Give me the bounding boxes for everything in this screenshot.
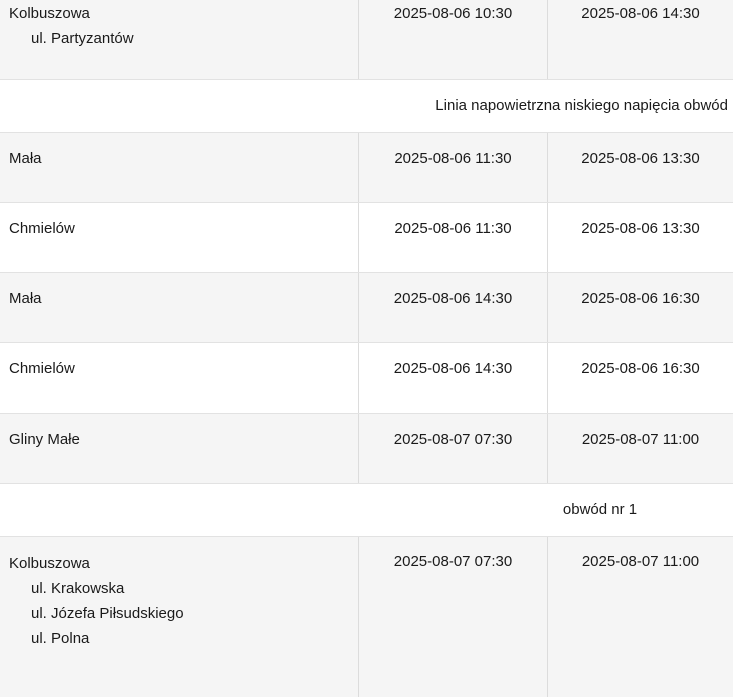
start-time: 2025-08-07 07:30: [393, 553, 513, 570]
table-row: Mała 2025-08-06 14:30 2025-08-06 16:30: [0, 273, 733, 343]
start-time-cell: 2025-08-06 11:30: [358, 203, 547, 272]
end-time-cell: 2025-08-06 16:30: [547, 343, 733, 413]
locality-name: Kolbuszowa: [9, 5, 90, 22]
end-time: 2025-08-06 13:30: [581, 150, 700, 167]
street-name: ul. Józefa Piłsudskiego: [31, 605, 184, 622]
section-header: obwód nr 1: [562, 501, 638, 518]
start-time-cell: 2025-08-06 14:30: [358, 343, 547, 413]
end-time-cell: 2025-08-06 14:30: [547, 0, 733, 79]
locality-name: Mała: [9, 290, 42, 307]
locality-cell: Kolbuszowa ul. Krakowska ul. Józefa Piłs…: [0, 537, 358, 697]
start-time: 2025-08-07 07:30: [393, 431, 513, 448]
street-name: ul. Partyzantów: [31, 30, 134, 47]
table-row: Chmielów 2025-08-06 11:30 2025-08-06 13:…: [0, 203, 733, 273]
table-row: Chmielów 2025-08-06 14:30 2025-08-06 16:…: [0, 343, 733, 414]
end-time-cell: 2025-08-06 16:30: [547, 273, 733, 342]
start-time: 2025-08-06 14:30: [393, 290, 513, 307]
start-time-cell: 2025-08-07 07:30: [358, 537, 547, 697]
locality-cell: Kolbuszowa ul. Partyzantów: [0, 0, 358, 79]
start-time-cell: 2025-08-06 14:30: [358, 273, 547, 342]
street-name: ul. Polna: [31, 630, 90, 647]
table-row: Mała 2025-08-06 11:30 2025-08-06 13:30: [0, 133, 733, 203]
start-time-cell: 2025-08-06 10:30: [358, 0, 547, 79]
locality-cell: Chmielów: [0, 343, 358, 413]
start-time: 2025-08-06 11:30: [394, 220, 512, 237]
table-row: Kolbuszowa ul. Krakowska ul. Józefa Piłs…: [0, 537, 733, 697]
locality-name: Chmielów: [9, 360, 75, 377]
end-time-cell: 2025-08-07 11:00: [547, 537, 733, 697]
section-header-row: obwód nr 1: [0, 484, 733, 537]
start-time: 2025-08-06 10:30: [393, 5, 513, 22]
section-header: Linia napowietrzna niskiego napięcia obw…: [435, 97, 728, 114]
start-time-cell: 2025-08-07 07:30: [358, 414, 547, 483]
end-time-cell: 2025-08-06 13:30: [547, 133, 733, 202]
end-time: 2025-08-06 16:30: [581, 290, 700, 307]
end-time: 2025-08-06 14:30: [581, 5, 700, 22]
start-time-cell: 2025-08-06 11:30: [358, 133, 547, 202]
locality-cell: Chmielów: [0, 203, 358, 272]
end-time-cell: 2025-08-07 11:00: [547, 414, 733, 483]
start-time: 2025-08-06 14:30: [393, 360, 513, 377]
locality-cell: Gliny Małe: [0, 414, 358, 483]
locality-name: Mała: [9, 150, 42, 167]
locality-name: Kolbuszowa: [9, 555, 90, 572]
section-header-row: Linia napowietrzna niskiego napięcia obw…: [0, 80, 733, 133]
start-time: 2025-08-06 11:30: [394, 150, 512, 167]
outage-table: Kolbuszowa ul. Partyzantów 2025-08-06 10…: [0, 0, 733, 697]
end-time-cell: 2025-08-06 13:30: [547, 203, 733, 272]
locality-cell: Mała: [0, 133, 358, 202]
end-time: 2025-08-07 11:00: [581, 553, 700, 570]
street-name: ul. Krakowska: [31, 580, 125, 597]
table-row: Gliny Małe 2025-08-07 07:30 2025-08-07 1…: [0, 414, 733, 484]
table-row: Kolbuszowa ul. Partyzantów 2025-08-06 10…: [0, 0, 733, 80]
locality-name: Gliny Małe: [9, 431, 80, 448]
end-time: 2025-08-07 11:00: [581, 431, 700, 448]
locality-name: Chmielów: [9, 220, 75, 237]
end-time: 2025-08-06 13:30: [581, 220, 700, 237]
locality-cell: Mała: [0, 273, 358, 342]
end-time: 2025-08-06 16:30: [581, 360, 700, 377]
